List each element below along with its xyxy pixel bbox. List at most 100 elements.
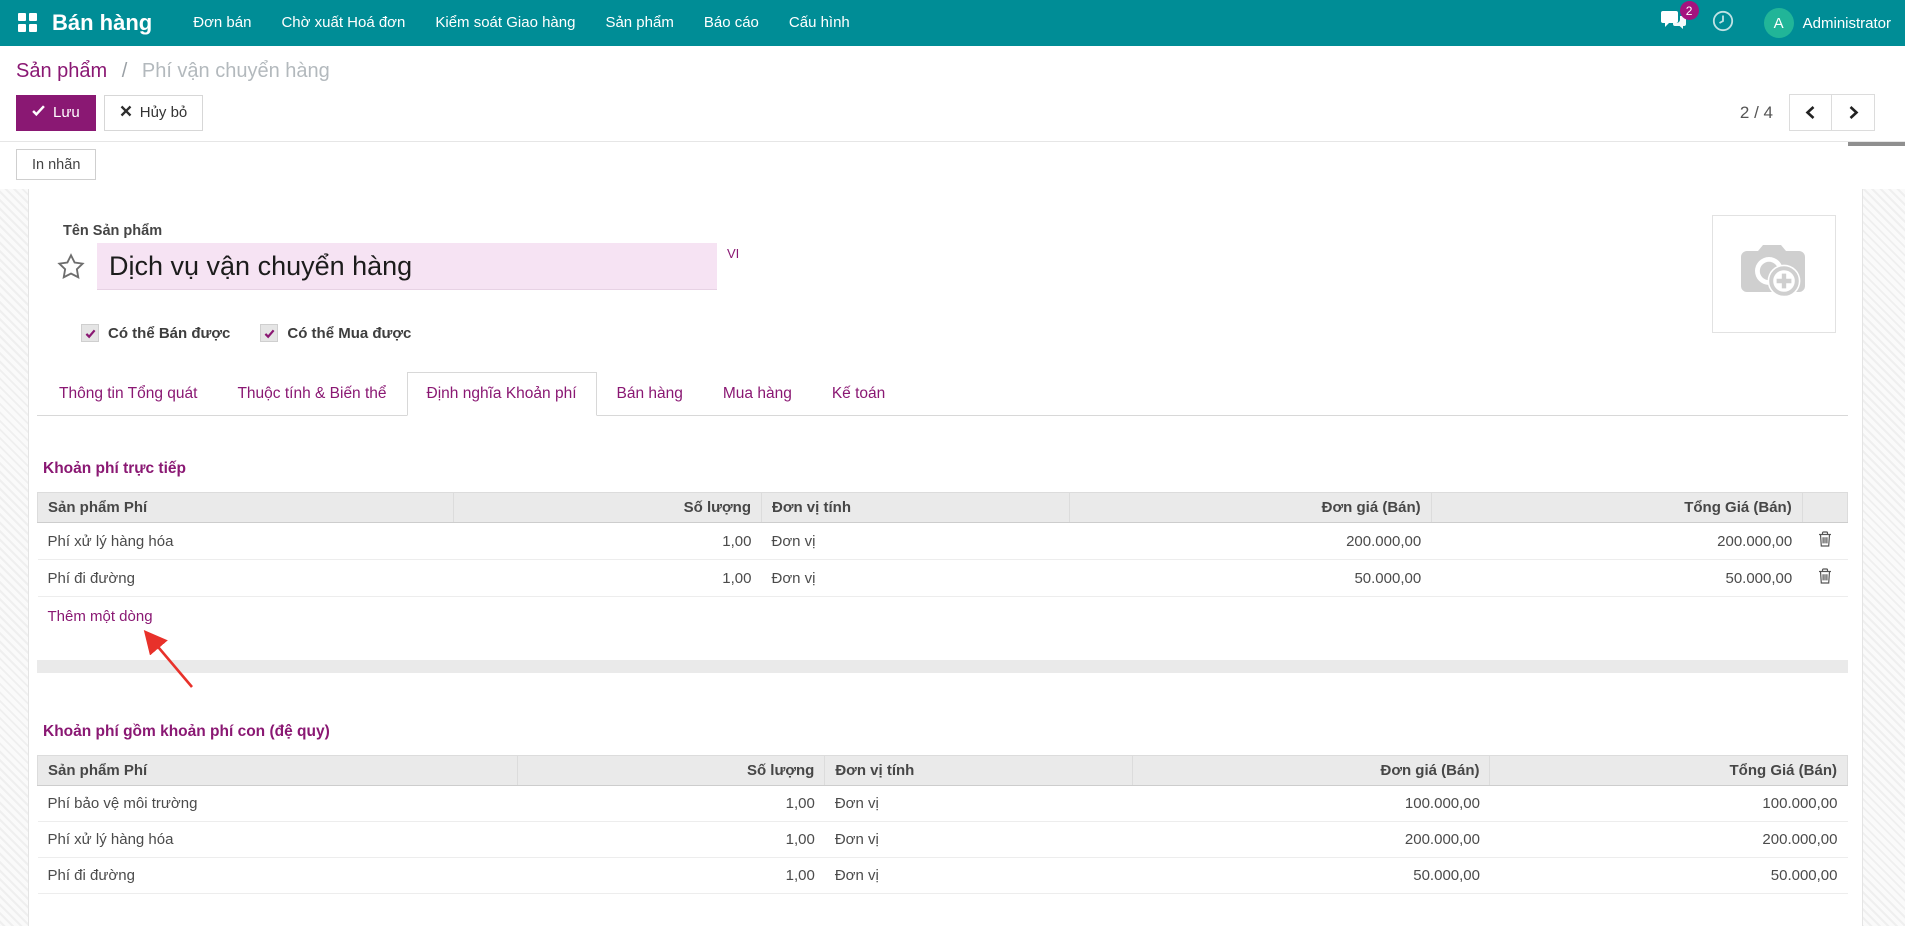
table-cell[interactable]: Đơn vị — [824, 821, 1133, 858]
apps-grid-icon[interactable] — [18, 13, 38, 33]
save-button[interactable]: Lưu — [16, 94, 96, 131]
nav-item-3[interactable]: Sản phẩm — [590, 0, 688, 46]
control-panel: Lưu Hủy bỏ 2 / 4 — [0, 85, 1905, 141]
camera-plus-icon — [1735, 240, 1813, 309]
activity-clock-button[interactable] — [1712, 10, 1734, 37]
recursive-fees-table: Sản phẩm Phí Số lượng Đơn vị tính Đơn giá (… — [37, 755, 1848, 894]
content-area: Tên Sản phẩm VI — [0, 189, 1905, 926]
column-header[interactable]: Sản phẩm Phí — [37, 755, 518, 786]
notebook-tabs: Thông tin Tổng quát Thuộc tính & Biến thể… — [37, 372, 1848, 416]
table-row[interactable]: Phí xử lý hàng hóa 1,00 Đơn vị 200.000,00 20… — [37, 821, 1848, 858]
pager-previous-button[interactable] — [1789, 94, 1832, 131]
pager: 2 / 4 — [1740, 94, 1889, 131]
delete-column-header — [1801, 492, 1849, 523]
column-header[interactable]: Sản phẩm Phí — [36, 492, 455, 523]
product-name-input[interactable] — [97, 243, 717, 290]
breadcrumb-current: Phí vận chuyển hàng — [141, 60, 330, 82]
table-cell[interactable]: Phí xử lý hàng hóa — [37, 522, 454, 560]
table-cell[interactable]: Phí xử lý hàng hóa — [37, 821, 518, 858]
action-toolbar: In nhãn — [0, 142, 1905, 189]
x-icon — [120, 104, 132, 121]
form-sheet: Tên Sản phẩm VI — [28, 189, 1863, 926]
breadcrumb-parent-link[interactable]: Sản phẩm — [16, 60, 107, 82]
table-cell[interactable]: 1,00 — [517, 785, 825, 822]
table-cell[interactable]: 1,00 — [453, 522, 762, 560]
table-cell[interactable]: 200.000,00 — [1431, 522, 1803, 560]
checkbox-checked-icon — [81, 324, 99, 342]
language-badge[interactable]: VI — [727, 246, 739, 261]
table-cell[interactable]: Phí đi đường — [37, 559, 454, 597]
table-cell[interactable]: 1,00 — [453, 559, 762, 597]
pager-next-button[interactable] — [1832, 94, 1875, 131]
tab-2[interactable]: Định nghĩa Khoản phí — [406, 372, 597, 416]
table-cell[interactable]: Phí đi đường — [37, 857, 518, 894]
product-name-row: VI — [37, 243, 1848, 290]
nav-item-2[interactable]: Kiểm soát Giao hàng — [420, 0, 590, 46]
table-cell[interactable]: 200.000,00 — [1132, 821, 1490, 858]
print-label-button[interactable]: In nhãn — [16, 149, 97, 180]
table-row[interactable]: Phí đi đường 1,00 Đơn vị 50.000,00 50.000,00 — [37, 857, 1848, 894]
table-row[interactable]: Phí đi đường 1,00 Đơn vị 50.000,00 50.000,00 — [37, 559, 1848, 597]
table-cell[interactable]: Đơn vị — [824, 857, 1133, 894]
tab-4[interactable]: Mua hàng — [703, 372, 812, 416]
column-header[interactable]: Đơn giá (Bán) — [1068, 492, 1432, 523]
discard-button[interactable]: Hủy bỏ — [103, 94, 204, 131]
check-icon — [32, 104, 45, 121]
table-cell[interactable]: Đơn vị — [824, 785, 1133, 822]
messages-count-badge: 2 — [1679, 1, 1699, 20]
column-header[interactable]: Đơn giá (Bán) — [1132, 755, 1491, 786]
section-title-recursive-fees: Khoản phí gồm khoản phí con (đệ quy) — [43, 723, 330, 740]
table-cell[interactable]: 50.000,00 — [1489, 857, 1848, 894]
table-cell[interactable]: Đơn vị — [761, 559, 1070, 597]
delete-row-trash-icon[interactable] — [1818, 531, 1832, 547]
direct-fees-table: Sản phẩm Phí Số lượng Đơn vị tính Đơn giá (… — [36, 492, 1849, 636]
tab-1[interactable]: Thuộc tính & Biến thể — [217, 372, 406, 416]
can-be-sold-checkbox[interactable]: Có thể Bán được — [81, 324, 230, 342]
pager-value: 2 / 4 — [1739, 102, 1773, 122]
table-cell[interactable]: 1,00 — [517, 821, 825, 858]
column-header[interactable]: Tổng Giá (Bán) — [1430, 492, 1803, 523]
navbar-right: 2 A Administrator — [1660, 1, 1905, 38]
table-row[interactable]: Phí bảo vệ môi trường 1,00 Đơn vị 100.000,0… — [37, 785, 1848, 822]
table-cell[interactable]: 100.000,00 — [1132, 785, 1490, 822]
capability-checkboxes: Có thể Bán được Có thể Mua được — [81, 324, 1848, 342]
chat-icon — [1660, 11, 1686, 35]
table-row[interactable]: Phí xử lý hàng hóa 1,00 Đơn vị 200.000,00 20… — [37, 522, 1848, 560]
nav-item-0[interactable]: Đơn bán — [178, 0, 266, 46]
app-name[interactable]: Bán hàng — [52, 10, 152, 36]
delete-row-trash-icon[interactable] — [1818, 568, 1832, 584]
table-cell[interactable]: 50.000,00 — [1431, 559, 1803, 597]
table-cell[interactable]: 100.000,00 — [1489, 785, 1848, 822]
product-image-placeholder[interactable] — [1712, 215, 1836, 333]
nav-menu: Đơn bán Chờ xuất Hoá đơn Kiểm soát Giao hà… — [178, 0, 865, 46]
table-cell[interactable]: 50.000,00 — [1069, 559, 1432, 597]
column-header[interactable]: Số lượng — [516, 755, 826, 786]
horizontal-scrollbar-thumb[interactable] — [1848, 142, 1905, 146]
user-avatar[interactable]: A — [1763, 8, 1794, 38]
nav-item-1[interactable]: Chờ xuất Hoá đơn — [266, 0, 420, 46]
nav-item-4[interactable]: Báo cáo — [689, 0, 774, 46]
user-name[interactable]: Administrator — [1803, 15, 1891, 32]
tab-0[interactable]: Thông tin Tổng quát — [39, 372, 217, 416]
table-cell[interactable]: 1,00 — [517, 857, 825, 894]
breadcrumb: Sản phẩm / Phí vận chuyển hàng — [0, 46, 1905, 85]
table-cell[interactable]: 50.000,00 — [1132, 857, 1490, 894]
tab-3[interactable]: Bán hàng — [597, 372, 703, 416]
tab-5[interactable]: Kế toán — [812, 372, 905, 416]
column-header[interactable]: Tổng Giá (Bán) — [1489, 755, 1848, 786]
table-cell[interactable]: 200.000,00 — [1069, 522, 1432, 560]
favorite-star-icon[interactable] — [53, 252, 89, 282]
column-header[interactable]: Số lượng — [453, 492, 762, 523]
table-cell[interactable]: Đơn vị — [761, 522, 1070, 560]
clock-icon — [1712, 10, 1734, 36]
can-be-purchased-checkbox[interactable]: Có thể Mua được — [260, 324, 411, 342]
add-line-link[interactable]: Thêm một dòng — [37, 596, 1848, 636]
column-header[interactable]: Đơn vị tính — [760, 492, 1070, 523]
table-filler-band — [37, 660, 1848, 673]
top-navbar: Bán hàng Đơn bán Chờ xuất Hoá đơn Kiểm soá… — [0, 0, 1905, 46]
messages-button[interactable]: 2 — [1660, 1, 1699, 36]
column-header[interactable]: Đơn vị tính — [824, 755, 1134, 786]
table-cell[interactable]: 200.000,00 — [1489, 821, 1848, 858]
table-cell[interactable]: Phí bảo vệ môi trường — [37, 785, 518, 822]
nav-item-5[interactable]: Cấu hình — [774, 0, 865, 46]
